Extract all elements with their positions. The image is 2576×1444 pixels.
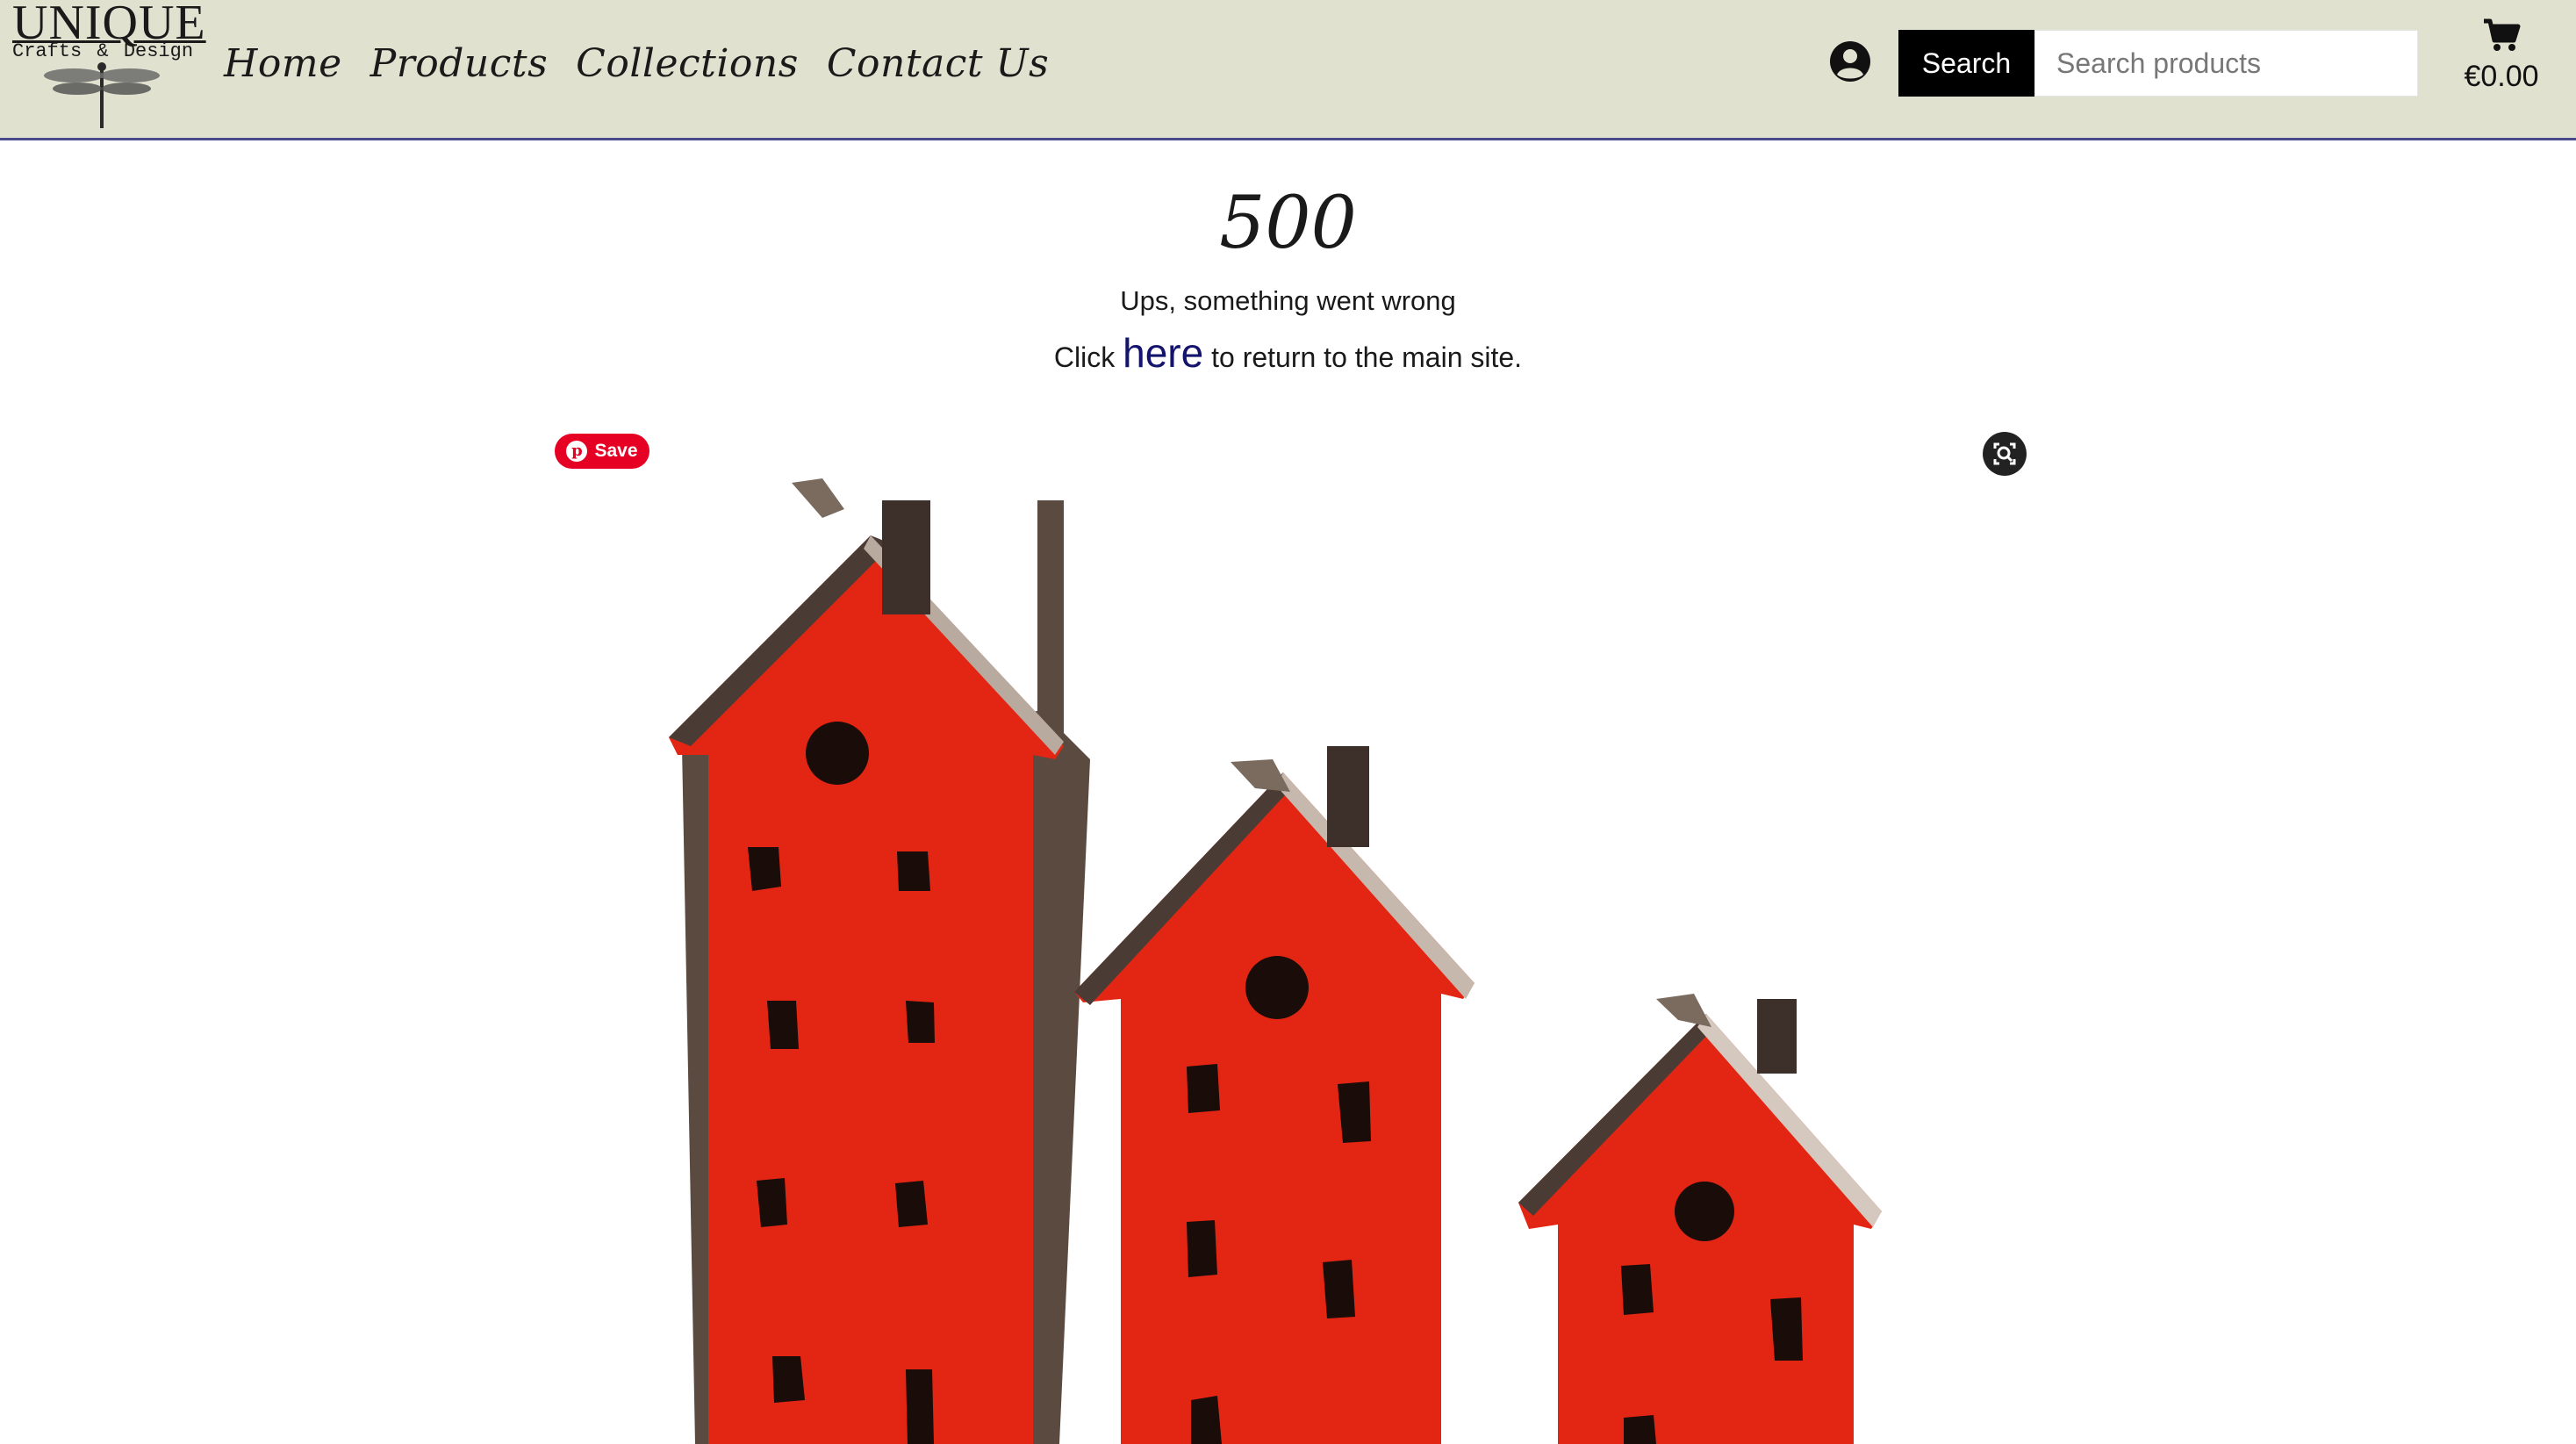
- return-home-link[interactable]: here: [1123, 330, 1203, 376]
- dragonfly-icon: [44, 62, 160, 128]
- error-message: Ups, something went wrong: [1120, 285, 1456, 316]
- nav-collections[interactable]: Collections: [576, 33, 799, 95]
- house-small: [1518, 994, 1882, 1444]
- hero-image: [537, 413, 2038, 1444]
- site-header: UNIQUE Crafts & Design Home Products Col…: [0, 0, 2576, 140]
- cart[interactable]: €0.00: [2458, 18, 2545, 114]
- return-line: Click here to return to the main site.: [0, 329, 2576, 377]
- cart-icon: [2484, 18, 2521, 51]
- nav-products[interactable]: Products: [370, 33, 549, 95]
- return-suffix: to return to the main site.: [1211, 341, 1523, 373]
- nav-home[interactable]: Home: [224, 33, 342, 95]
- visual-search-button[interactable]: [1983, 432, 2027, 476]
- main-nav: Home Products Collections Contact Us: [224, 33, 1049, 95]
- return-prefix: Click: [1053, 341, 1116, 373]
- ceramic-houses-image: [669, 478, 1882, 1444]
- house-tall: [669, 478, 1090, 1444]
- site-logo[interactable]: UNIQUE Crafts & Design: [9, 0, 205, 132]
- visual-search-icon: [1993, 442, 2016, 465]
- cart-total: €0.00: [2464, 60, 2539, 93]
- search-input[interactable]: [2034, 30, 2418, 97]
- pinterest-icon: p: [566, 441, 588, 462]
- house-medium: [1074, 746, 1475, 1444]
- search-button[interactable]: Search: [1898, 30, 2034, 97]
- nav-contact-us[interactable]: Contact Us: [827, 33, 1049, 95]
- pinterest-save-button[interactable]: p Save: [555, 434, 649, 469]
- account-icon[interactable]: [1828, 40, 1872, 83]
- pinterest-save-label: Save: [594, 441, 638, 461]
- error-code: 500: [1219, 182, 1357, 265]
